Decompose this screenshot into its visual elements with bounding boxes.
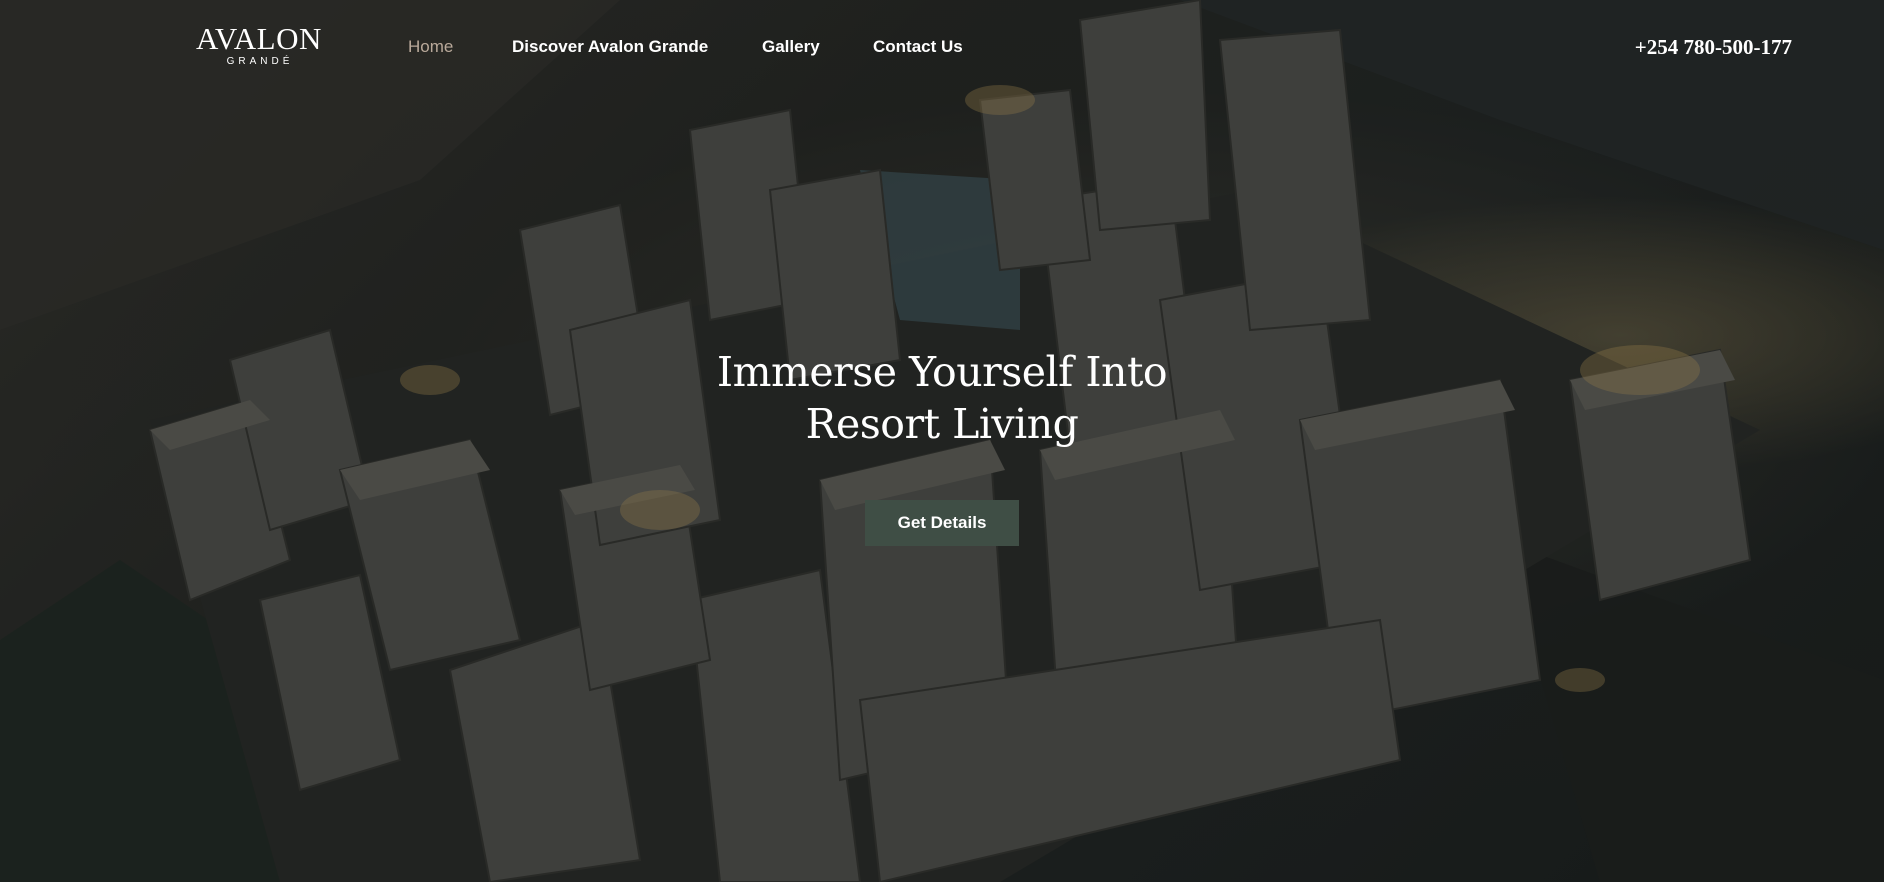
hero-section: AVALON GRANDÉ Home Discover Avalon Grand…	[0, 0, 1884, 882]
nav-item-contact-us[interactable]: Contact Us	[873, 36, 963, 58]
logo-wordmark: AVALON	[196, 21, 322, 56]
nav-item-gallery[interactable]: Gallery	[762, 36, 820, 58]
hero-content: Immerse Yourself Into Resort Living Get …	[0, 346, 1884, 546]
nav-item-home[interactable]: Home	[408, 36, 453, 58]
site-logo[interactable]: AVALON GRANDÉ	[196, 21, 322, 69]
nav-item-discover-avalon-grande[interactable]: Discover Avalon Grande	[512, 36, 708, 58]
phone-number-link[interactable]: +254 780-500-177	[1635, 34, 1792, 60]
logo-subtitle: GRANDÉ	[226, 56, 294, 67]
site-header: AVALON GRANDÉ Home Discover Avalon Grand…	[0, 0, 1884, 96]
get-details-button[interactable]: Get Details	[865, 500, 1019, 546]
hero-title: Immerse Yourself Into Resort Living	[716, 348, 1168, 448]
